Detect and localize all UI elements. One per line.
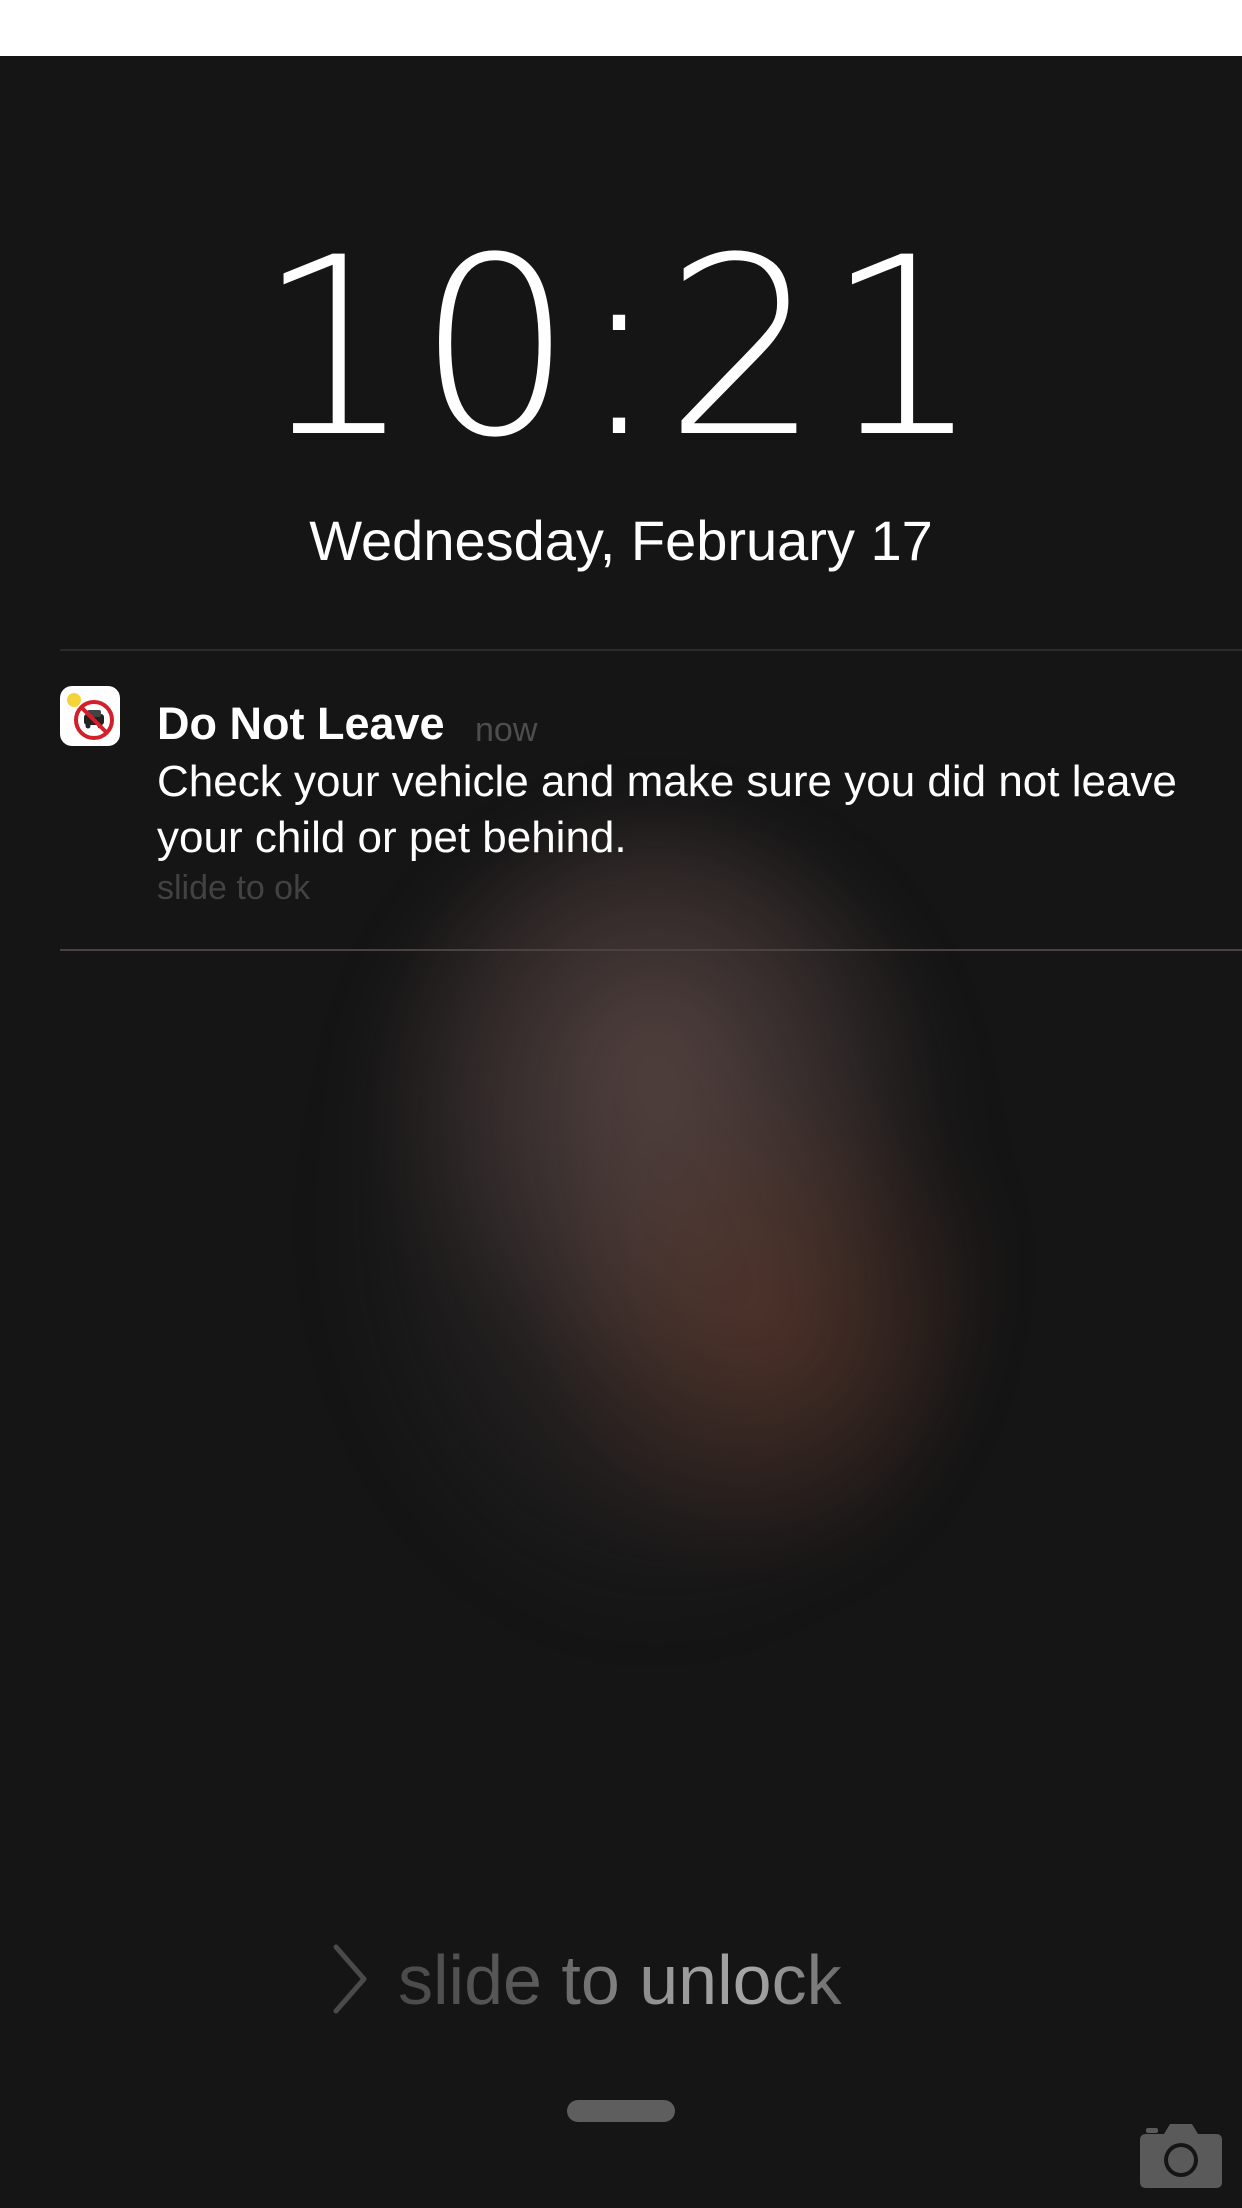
wallpaper-glow xyxy=(330,816,980,1636)
chevron-right-icon xyxy=(333,1944,367,2014)
notification-time: now xyxy=(475,711,538,749)
status-bar xyxy=(0,0,1242,56)
slide-to-ok-hint[interactable]: slide to ok xyxy=(157,866,310,910)
notification-title: Do Not Leave xyxy=(157,698,445,749)
divider xyxy=(60,949,1242,951)
camera-icon[interactable] xyxy=(1138,2118,1224,2190)
lock-clock: 10:21 xyxy=(256,206,986,492)
divider xyxy=(60,649,1242,651)
lock-date: Wednesday, February 17 xyxy=(309,509,933,572)
notification-body: Check your vehicle and make sure you did… xyxy=(157,757,1177,862)
do-not-leave-app-icon xyxy=(60,686,120,746)
slide-to-unlock[interactable]: slide to unlock xyxy=(0,1935,1242,2025)
slide-to-unlock-label: slide to unlock xyxy=(398,1935,842,2025)
notification-card[interactable]: Do Not Leave now Check your vehicle and … xyxy=(60,686,1242,936)
home-indicator[interactable] xyxy=(567,2100,675,2122)
lock-screen: 10:21 Wednesday, February 17 Do Not Leav… xyxy=(0,56,1242,2208)
